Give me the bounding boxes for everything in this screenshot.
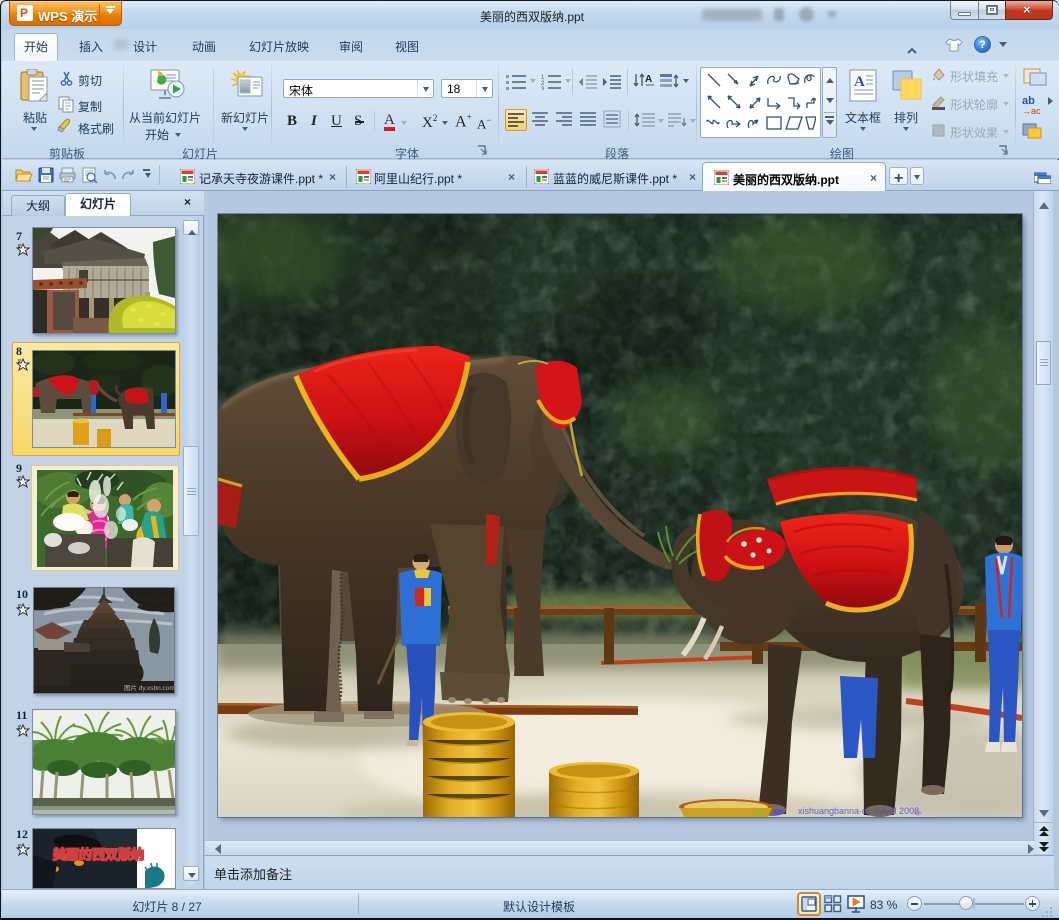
svg-text:A: A — [854, 74, 865, 90]
svg-text:A: A — [645, 74, 652, 85]
svg-text:图片 dy.xsbn.com: 图片 dy.xsbn.com — [124, 683, 174, 692]
svg-text:xishuangbanna·dy·travel 2008: xishuangbanna·dy·travel 2008 — [798, 806, 919, 816]
svg-text:3: 3 — [541, 87, 545, 90]
svg-text:美丽的西双版纳: 美丽的西双版纳 — [53, 847, 144, 862]
